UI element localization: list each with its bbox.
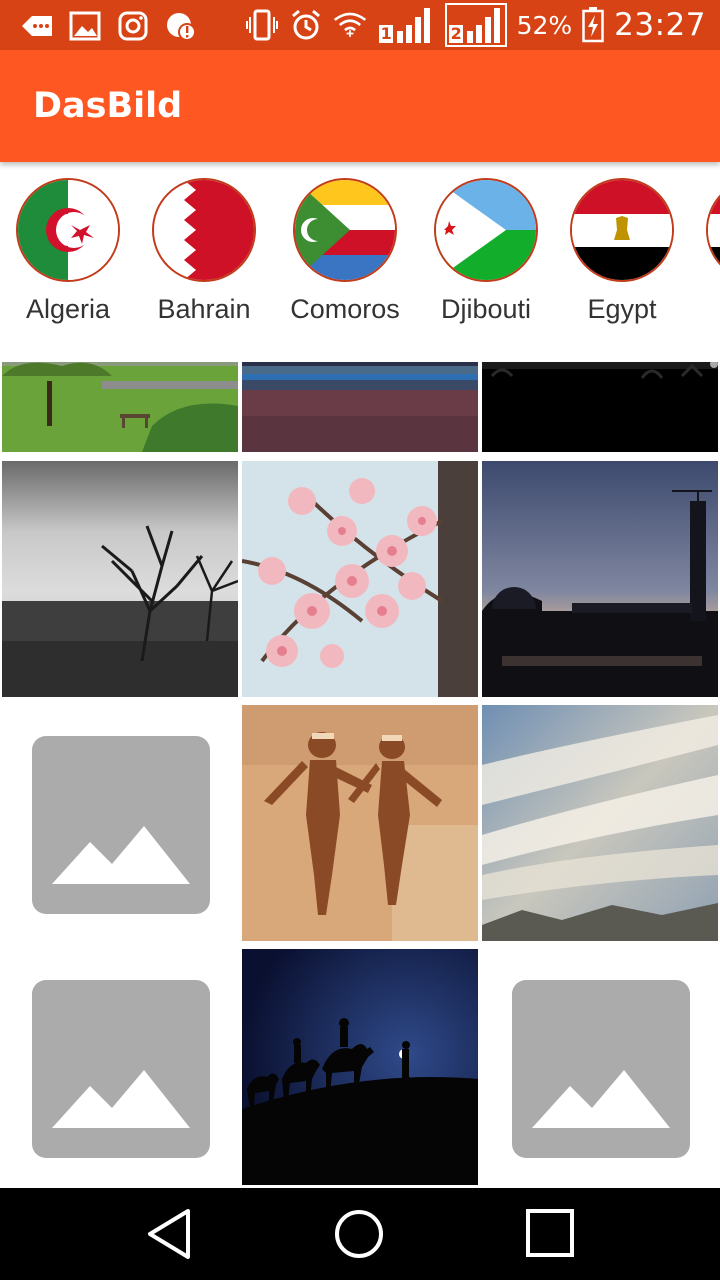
country-item-algeria[interactable]: Algeria	[0, 178, 138, 325]
photo-tile[interactable]	[2, 949, 238, 1185]
algeria-flag-icon	[16, 178, 120, 282]
cloudy-sky-image	[482, 705, 718, 941]
system-icons: 1 2 52% 23:27	[245, 3, 706, 47]
country-item-next[interactable]	[688, 178, 720, 282]
wifi-icon	[333, 12, 366, 37]
comoros-flag-icon	[293, 178, 397, 282]
battery-charging-icon	[582, 7, 604, 43]
photo-tile[interactable]	[482, 461, 718, 697]
app-title: DasBild	[33, 86, 183, 126]
egypt-flag-icon	[570, 178, 674, 282]
vibrate-icon	[245, 9, 278, 41]
partial-flag-icon	[706, 178, 720, 282]
photo-tile[interactable]	[242, 461, 478, 697]
instagram-icon	[118, 11, 148, 41]
country-label: Comoros	[290, 294, 400, 324]
country-carousel[interactable]: Algeria Bahrain Comoros Djibouti Egypt	[0, 162, 720, 360]
photo-tile[interactable]	[242, 362, 478, 452]
back-button[interactable]	[140, 1206, 200, 1262]
signal-sim2-icon: 2	[444, 3, 507, 47]
status-bar: 1 2 52% 23:27	[0, 0, 720, 50]
photo-tile[interactable]	[2, 362, 238, 452]
recents-icon	[526, 1209, 574, 1257]
bare-tree-bw-image	[2, 461, 238, 697]
park-with-bench-image	[2, 362, 238, 452]
city-dusk-tower-image	[482, 461, 718, 697]
photo-tile[interactable]	[482, 949, 718, 1185]
country-label: Algeria	[25, 294, 111, 324]
country-item-djibouti[interactable]: Djibouti	[416, 178, 556, 325]
photo-grid[interactable]	[0, 362, 720, 1188]
almond-blossom-image	[242, 461, 478, 697]
signal-sim1-icon: 1	[377, 5, 435, 45]
photo-tile[interactable]	[2, 461, 238, 697]
back-arrow-icon	[22, 16, 52, 36]
country-label: Bahrain	[157, 294, 251, 324]
gallery-icon	[69, 11, 101, 41]
sea-shore-dusk-image	[242, 362, 478, 452]
image-placeholder-icon	[32, 736, 210, 914]
country-item-comoros[interactable]: Comoros	[275, 178, 415, 325]
photo-tile[interactable]	[482, 362, 718, 452]
country-label: Djibouti	[440, 294, 532, 324]
home-button[interactable]	[330, 1206, 390, 1262]
rock-art-image	[242, 705, 478, 941]
alarm-icon	[291, 9, 320, 40]
notification-icons	[20, 8, 198, 44]
photo-tile[interactable]	[242, 949, 478, 1185]
djibouti-flag-icon	[434, 178, 538, 282]
screen: 1 2 52% 23:27 DasBild Algeria Bahrain Co…	[0, 0, 720, 1280]
bahrain-flag-icon	[152, 178, 256, 282]
photo-tile[interactable]	[2, 705, 238, 941]
navigation-bar	[0, 1188, 720, 1280]
home-icon	[335, 1210, 383, 1258]
app-bar: DasBild	[0, 50, 720, 162]
country-label: Egypt	[587, 294, 657, 324]
image-placeholder-icon	[512, 980, 690, 1158]
photo-tile[interactable]	[482, 705, 718, 941]
sim1-label: 1	[380, 24, 392, 43]
back-icon	[148, 1209, 190, 1259]
country-item-egypt[interactable]: Egypt	[552, 178, 692, 325]
sync-alert-icon	[167, 13, 196, 41]
sim2-label: 2	[450, 24, 462, 43]
camel-caravan-night-image	[242, 949, 478, 1185]
recents-button[interactable]	[520, 1206, 580, 1262]
photo-tile[interactable]	[242, 705, 478, 941]
dark-silhouettes-image	[482, 362, 718, 452]
image-placeholder-icon	[32, 980, 210, 1158]
battery-percent: 52%	[516, 10, 573, 40]
country-item-bahrain[interactable]: Bahrain	[134, 178, 274, 325]
clock: 23:27	[614, 7, 706, 43]
